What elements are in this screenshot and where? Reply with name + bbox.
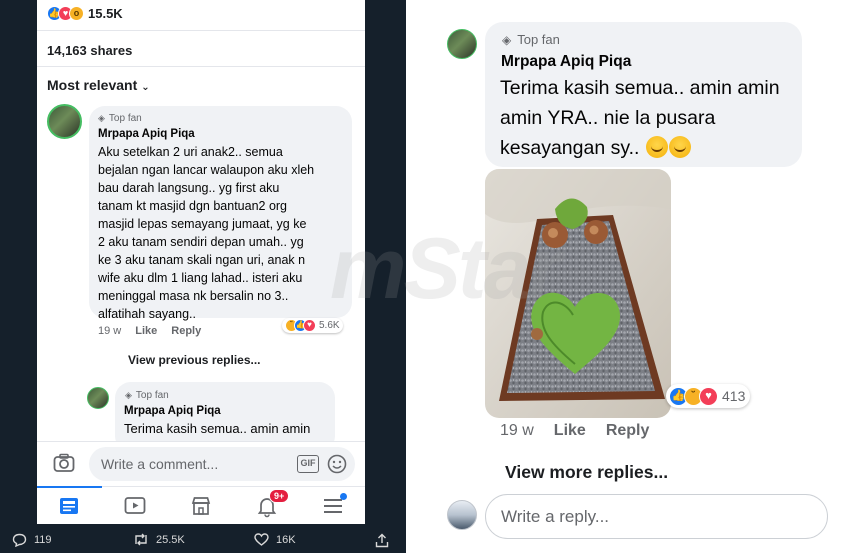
comment-line: tanam kt masjid dgn bantuan2 org [98,199,288,213]
view-more-replies-link[interactable]: View more replies... [505,462,668,483]
top-fan-badge: ◈ Top fan [502,32,560,47]
post-reactions[interactable]: 👍 ♥ o 15.5K [47,6,123,21]
like-button[interactable]: Like [135,325,157,337]
comment-text: Aku setelkan 2 uri anak2.. semua bejalan… [98,143,350,323]
wow-reaction-icon: o [69,6,84,21]
comment-line: Aku setelkan 2 uri anak2.. semua [98,145,283,159]
comment-meta: 19 w Like Reply [500,422,669,440]
love-reaction-icon: ♥ [699,386,718,406]
news-feed-icon[interactable] [57,494,81,518]
view-previous-replies-link[interactable]: View previous replies... [128,353,261,367]
tweet-action-bar: 119 25.5K 16K [0,529,406,553]
comment-line: masjid lepas semayang jumaat, yg ke [98,217,307,231]
watch-video-icon[interactable] [123,494,147,518]
facebook-tab-bar: 9+ [37,486,365,524]
avatar[interactable] [447,29,477,59]
menu-notification-dot [340,493,347,500]
comment-composer: Write a comment... GIF [37,441,365,485]
comment-line: amin YRA.. nie la pusara [500,107,716,129]
comment-line: kesayangan sy.. [500,137,640,159]
retweet-icon [135,533,147,546]
diamond-icon: ◈ [98,113,105,123]
sort-dropdown[interactable]: Most relevant ⌄ [47,77,150,93]
avatar[interactable] [47,104,82,139]
comment-meta: 19 w Like Reply [98,325,201,337]
reply-button[interactable]: Reply [606,422,650,440]
shares-count[interactable]: 14,163 shares [47,43,132,58]
comment-author[interactable]: Mrpapa Apiq Piqa [98,128,195,140]
comment-time: 19 w [98,325,122,337]
reply-input[interactable]: Write a reply... [485,494,828,539]
comment-line-with-emoji: kesayangan sy.. [500,133,800,163]
marketplace-icon[interactable] [189,494,213,518]
comment-line: 2 aku tanam sendiri depan umah.. yg [98,235,304,249]
diamond-icon: ◈ [125,390,132,400]
camera-icon[interactable] [53,453,75,473]
reply-action[interactable]: 119 [12,533,52,547]
comment-line: wife aku dlm 1 liang lahad.. isteri aku [98,271,303,285]
emoji-icon[interactable] [327,454,347,474]
comment-line: bejalan ngan lancar walaupon aku xleh [98,163,315,177]
heart-icon [254,533,269,546]
comment-line: Terima kasih semua.. amin amin [500,77,780,99]
smiling-emoji-icon [645,136,668,158]
facebook-phone-screenshot: 👍 ♥ o 15.5K 14,163 shares Most relevant ⌄… [37,0,365,524]
gif-button[interactable]: GIF [297,455,319,473]
comment-reaction-count: 413 [722,388,746,404]
diamond-icon: ◈ [502,32,512,47]
reply-author[interactable]: Mrpapa Apiq Piqa [124,405,221,417]
reply-text: Terima kasih semua.. amin amin [124,421,311,436]
comment-author[interactable]: Mrpapa Apiq Piqa [501,53,631,71]
comment-line: meninggal masa nk bersalin no 3.. [98,289,289,303]
post-reaction-count: 15.5K [88,6,123,21]
reply-placeholder: Write a reply... [501,507,610,526]
top-fan-label: Top fan [135,390,169,401]
like-count: 16K [276,533,296,546]
divider [37,66,365,67]
comment-line: ke 3 aku tanam skali ngan uri, anak n [98,253,306,267]
reply-bubble-icon [12,533,27,547]
tweet-panel: 👍 ♥ o 15.5K 14,163 shares Most relevant ⌄… [0,0,406,553]
top-fan-label: Top fan [517,32,560,47]
like-action[interactable]: 16K [254,533,296,546]
notification-badge: 9+ [269,489,290,503]
comment-time: 19 w [500,422,534,439]
avatar[interactable] [87,387,109,409]
comment-reactions[interactable]: 👍 ˘ ♥ 413 [666,384,751,408]
top-fan-badge: ◈ Top fan [98,113,142,124]
comment-reaction-count: 5.6K [319,320,340,331]
comment-line: bau darah langsung.. yg first aku [98,181,280,195]
top-fan-label: Top fan [108,113,142,124]
like-button[interactable]: Like [554,422,586,440]
reply-count: 119 [34,534,52,546]
current-user-avatar[interactable] [447,500,477,530]
sort-label: Most relevant [47,77,138,93]
comment-input[interactable]: Write a comment... GIF [89,447,355,481]
comment-text: Terima kasih semua.. amin amin amin YRA.… [500,73,800,163]
retweet-count: 25.5K [156,533,185,546]
retweet-action[interactable]: 25.5K [133,533,185,546]
divider [37,30,365,31]
smiling-emoji-icon [668,136,691,158]
comment-reactions[interactable]: ˘ 👍 ♥ 5.6K [282,318,343,333]
comment-placeholder: Write a comment... [101,456,219,472]
reply-button[interactable]: Reply [171,325,201,337]
chevron-down-icon: ⌄ [141,82,150,93]
active-tab-indicator [37,486,102,488]
grave-photo[interactable] [485,169,671,418]
share-icon [375,533,389,548]
share-action[interactable] [375,533,396,548]
top-fan-badge: ◈ Top fan [125,390,169,401]
love-reaction-icon: ♥ [303,319,316,332]
